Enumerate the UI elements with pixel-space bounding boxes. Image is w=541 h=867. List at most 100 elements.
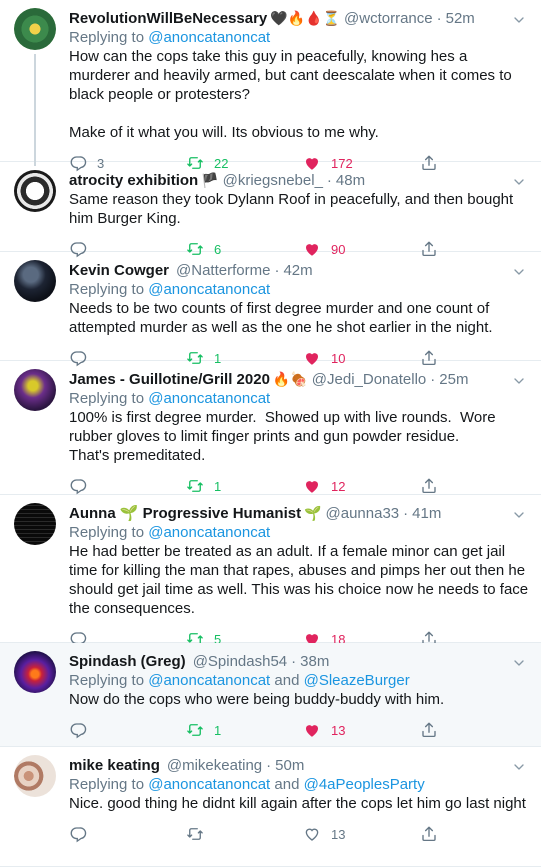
timestamp[interactable]: 52m (446, 10, 475, 27)
chevron-down-icon[interactable] (511, 655, 527, 671)
tweet-header: RevolutionWillBeNecessary 🖤🔥🩸⏳ @wctorran… (69, 8, 529, 28)
user-handle[interactable]: @aunna33 (326, 505, 400, 522)
kevin-avatar[interactable] (14, 260, 56, 302)
user-handle[interactable]: @Spindash54 (193, 653, 287, 670)
share-button[interactable] (420, 477, 448, 495)
tweet-header: Kevin Cowger @Natterforme · 42m (69, 260, 529, 280)
retweet-button[interactable]: 1 (186, 721, 303, 739)
replying-prefix: Replying to (69, 524, 149, 541)
timestamp[interactable]: 50m (275, 757, 304, 774)
heart-icon (303, 721, 321, 739)
separator-dot: · (274, 261, 280, 279)
atrocity-avatar[interactable] (14, 170, 56, 212)
share-icon (420, 825, 438, 843)
mention-link[interactable]: @anoncatanoncat (148, 390, 270, 407)
share-button[interactable] (420, 825, 448, 843)
timestamp[interactable]: 41m (412, 505, 441, 522)
tweet[interactable]: atrocity exhibition 🏴 @kriegsnebel_ · 48… (0, 162, 541, 252)
share-icon (420, 477, 438, 495)
user-handle[interactable]: @Natterforme (176, 262, 270, 279)
tweet[interactable]: mike keating @mikekeating · 50m Replying… (0, 747, 541, 867)
separator-dot: · (326, 171, 332, 189)
retweet-icon (186, 721, 204, 739)
retweet-icon (186, 825, 204, 843)
heart-icon (303, 477, 321, 495)
timestamp[interactable]: 42m (283, 262, 312, 279)
tweet[interactable]: James - Guillotine/Grill 2020 🔥🍖 @Jedi_D… (0, 361, 541, 495)
mike-avatar[interactable] (14, 755, 56, 797)
display-name[interactable]: RevolutionWillBeNecessary (69, 10, 267, 27)
retweet-count: 1 (214, 478, 222, 494)
mention-link[interactable]: @anoncatanoncat (148, 672, 270, 689)
mention-link[interactable]: @anoncatanoncat (148, 29, 270, 46)
mention-link[interactable]: @anoncatanoncat (148, 281, 270, 298)
timestamp[interactable]: 25m (439, 371, 468, 388)
tweet-header: James - Guillotine/Grill 2020 🔥🍖 @Jedi_D… (69, 369, 529, 389)
james-avatar[interactable] (14, 369, 56, 411)
display-name[interactable]: James - Guillotine/Grill 2020 (69, 371, 270, 388)
chevron-down-icon[interactable] (511, 373, 527, 389)
tweet[interactable]: Aunna 🌱 Progressive Humanist 🌱 @aunna33 … (0, 495, 541, 643)
share-icon (420, 721, 438, 739)
aunna-avatar[interactable] (14, 503, 56, 545)
tweet-actions: 1 13 (69, 713, 529, 747)
chevron-down-icon[interactable] (511, 12, 527, 28)
replying-to: Replying to @anoncatanoncat (69, 280, 529, 299)
tweet[interactable]: Kevin Cowger @Natterforme · 42m Replying… (0, 252, 541, 361)
user-handle[interactable]: @Jedi_Donatello (312, 371, 426, 388)
retweet-count: 1 (214, 722, 222, 738)
reply-button[interactable] (69, 721, 186, 739)
tweet-text: Same reason they took Dylann Roof in pea… (69, 191, 518, 227)
tweet-text: 100% is first degree murder. Showed up w… (69, 409, 496, 464)
chevron-down-icon[interactable] (511, 507, 527, 523)
replying-prefix: Replying to (69, 390, 149, 407)
tweet[interactable]: RevolutionWillBeNecessary 🖤🔥🩸⏳ @wctorran… (0, 0, 541, 162)
mention-link[interactable]: @SleazeBurger (304, 672, 410, 689)
tweet[interactable]: Spindash (Greg) @Spindash54 · 38m Replyi… (0, 643, 541, 747)
replying-to: Replying to @anoncatanoncat (69, 389, 529, 408)
share-button[interactable] (420, 721, 448, 739)
user-handle[interactable]: @mikekeating (167, 757, 262, 774)
user-handle[interactable]: @kriegsnebel_ (223, 172, 323, 189)
retweet-button[interactable]: 1 (186, 477, 303, 495)
replying-to: Replying to @anoncatanoncat and @SleazeB… (69, 671, 529, 690)
heart-icon (303, 825, 321, 843)
mention-link[interactable]: @4aPeoplesParty (304, 776, 425, 793)
display-name[interactable]: Aunna 🌱 Progressive Humanist (69, 504, 301, 522)
tweet-actions: 13 (69, 817, 529, 851)
mention-link[interactable]: @anoncatanoncat (148, 524, 270, 541)
replying-to: Replying to @anoncatanoncat and @4aPeopl… (69, 775, 529, 794)
separator-dot: · (430, 370, 436, 388)
retweet-button[interactable] (186, 825, 303, 843)
separator-dot: · (266, 756, 272, 774)
chevron-down-icon[interactable] (511, 264, 527, 280)
display-name[interactable]: atrocity exhibition (69, 172, 198, 189)
display-name[interactable]: Kevin Cowger (69, 262, 169, 279)
revolution-avatar[interactable] (14, 8, 56, 50)
like-button[interactable]: 13 (303, 825, 420, 843)
separator-dot: · (403, 504, 409, 522)
tweet-text: Needs to be two counts of first degree m… (69, 300, 494, 336)
reply-button[interactable] (69, 825, 186, 843)
like-count: 12 (331, 478, 346, 494)
user-handle[interactable]: @wctorrance (344, 10, 433, 27)
like-button[interactable]: 12 (303, 477, 420, 495)
display-name[interactable]: Spindash (Greg) (69, 653, 186, 670)
tweet-text: How can the cops take this guy in peacef… (69, 48, 512, 141)
chevron-down-icon[interactable] (511, 759, 527, 775)
timestamp[interactable]: 48m (336, 172, 365, 189)
like-count: 13 (331, 722, 346, 738)
tweet-text: He had better be treated as an adult. If… (69, 543, 533, 617)
and-word: and (274, 672, 300, 689)
reply-button[interactable] (69, 477, 186, 495)
display-name[interactable]: mike keating (69, 757, 160, 774)
tweet-text: Nice. good thing he didnt kill again aft… (69, 795, 526, 812)
thread-line (34, 54, 36, 166)
tweet-header: Aunna 🌱 Progressive Humanist 🌱 @aunna33 … (69, 503, 529, 523)
spindash-avatar[interactable] (14, 651, 56, 693)
timestamp[interactable]: 38m (300, 653, 329, 670)
tweet-header: Spindash (Greg) @Spindash54 · 38m (69, 651, 529, 671)
chevron-down-icon[interactable] (511, 174, 527, 190)
mention-link[interactable]: @anoncatanoncat (148, 776, 270, 793)
like-button[interactable]: 13 (303, 721, 420, 739)
